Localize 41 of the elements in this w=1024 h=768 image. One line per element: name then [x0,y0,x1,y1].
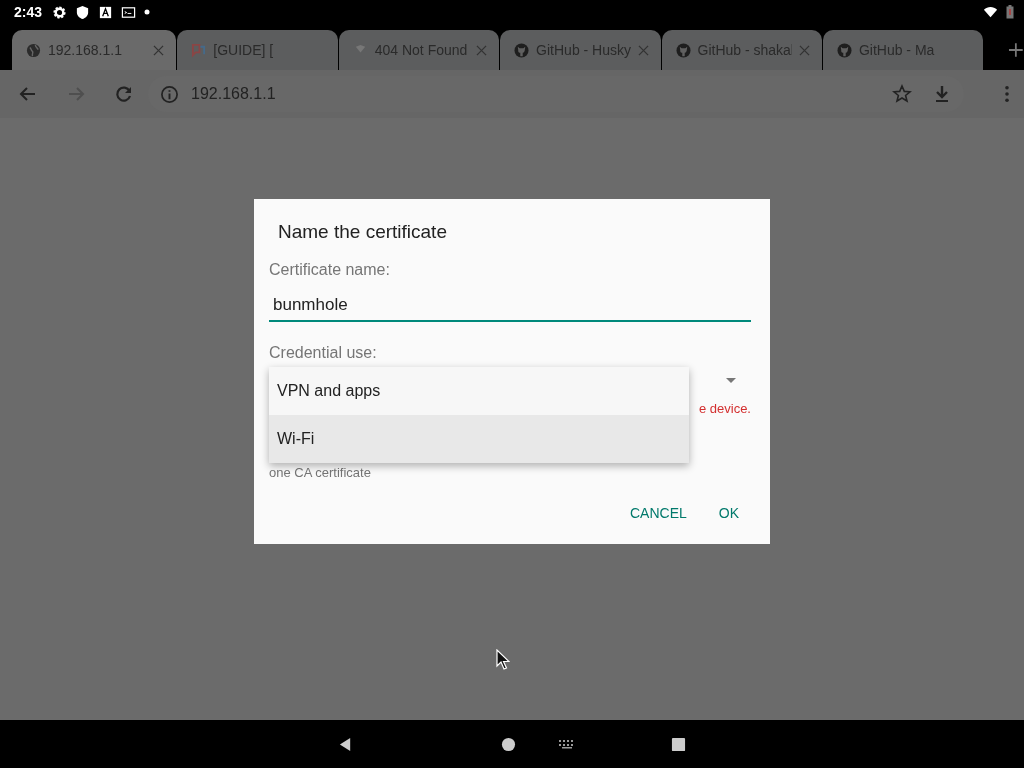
close-icon[interactable] [153,44,165,56]
dropdown-option[interactable]: Wi-Fi [269,415,689,463]
speech-bubble-icon [191,42,207,58]
mouse-pointer-icon [496,649,510,671]
field-label: Certificate name: [269,261,391,280]
browser-tab[interactable]: 192.168.1.1 [12,30,177,70]
note-text: one CA certificate [269,465,372,480]
recents-square-icon[interactable] [671,736,686,752]
info-icon [160,84,179,104]
cat-logo-icon [836,42,852,58]
close-icon[interactable] [798,44,810,56]
gear-icon [52,4,68,20]
globe-icon [26,42,41,58]
terminal-icon [121,4,137,20]
certificate-name-field[interactable]: bunmhole [269,293,751,322]
status-time: 2:43 [14,4,43,20]
keyboard-icon[interactable] [558,739,576,749]
cat-logo-icon [675,42,691,58]
dialog-button[interactable]: CANCEL [617,497,699,529]
home-circle-icon[interactable] [501,736,516,752]
url-text: 192.168.1.1 [191,85,276,103]
field-value: bunmhole [273,295,348,314]
tab-title: 192.168.1.1 [48,42,123,58]
dialog-title: Name the certificate [277,221,448,244]
wifi-icon [983,4,998,20]
more-menu-icon[interactable] [1004,85,1010,103]
reload-icon[interactable] [114,84,134,104]
dropdown-caret-icon[interactable] [726,377,736,383]
back-triangle-icon[interactable] [338,736,353,752]
battery-icon [1006,5,1014,19]
dialog-button[interactable]: OK [706,497,751,529]
letter-box-icon [98,4,114,20]
notification-dot-icon [144,9,151,15]
warning-text: e device. [698,400,751,416]
new-tab-icon[interactable] [1008,42,1024,58]
field-label: Credential use: [269,344,378,363]
close-icon[interactable] [476,44,488,56]
dropdown-option[interactable]: VPN and apps [269,367,689,415]
cat-logo-icon [514,42,530,58]
close-icon[interactable] [637,44,649,56]
star-icon[interactable] [892,84,912,104]
